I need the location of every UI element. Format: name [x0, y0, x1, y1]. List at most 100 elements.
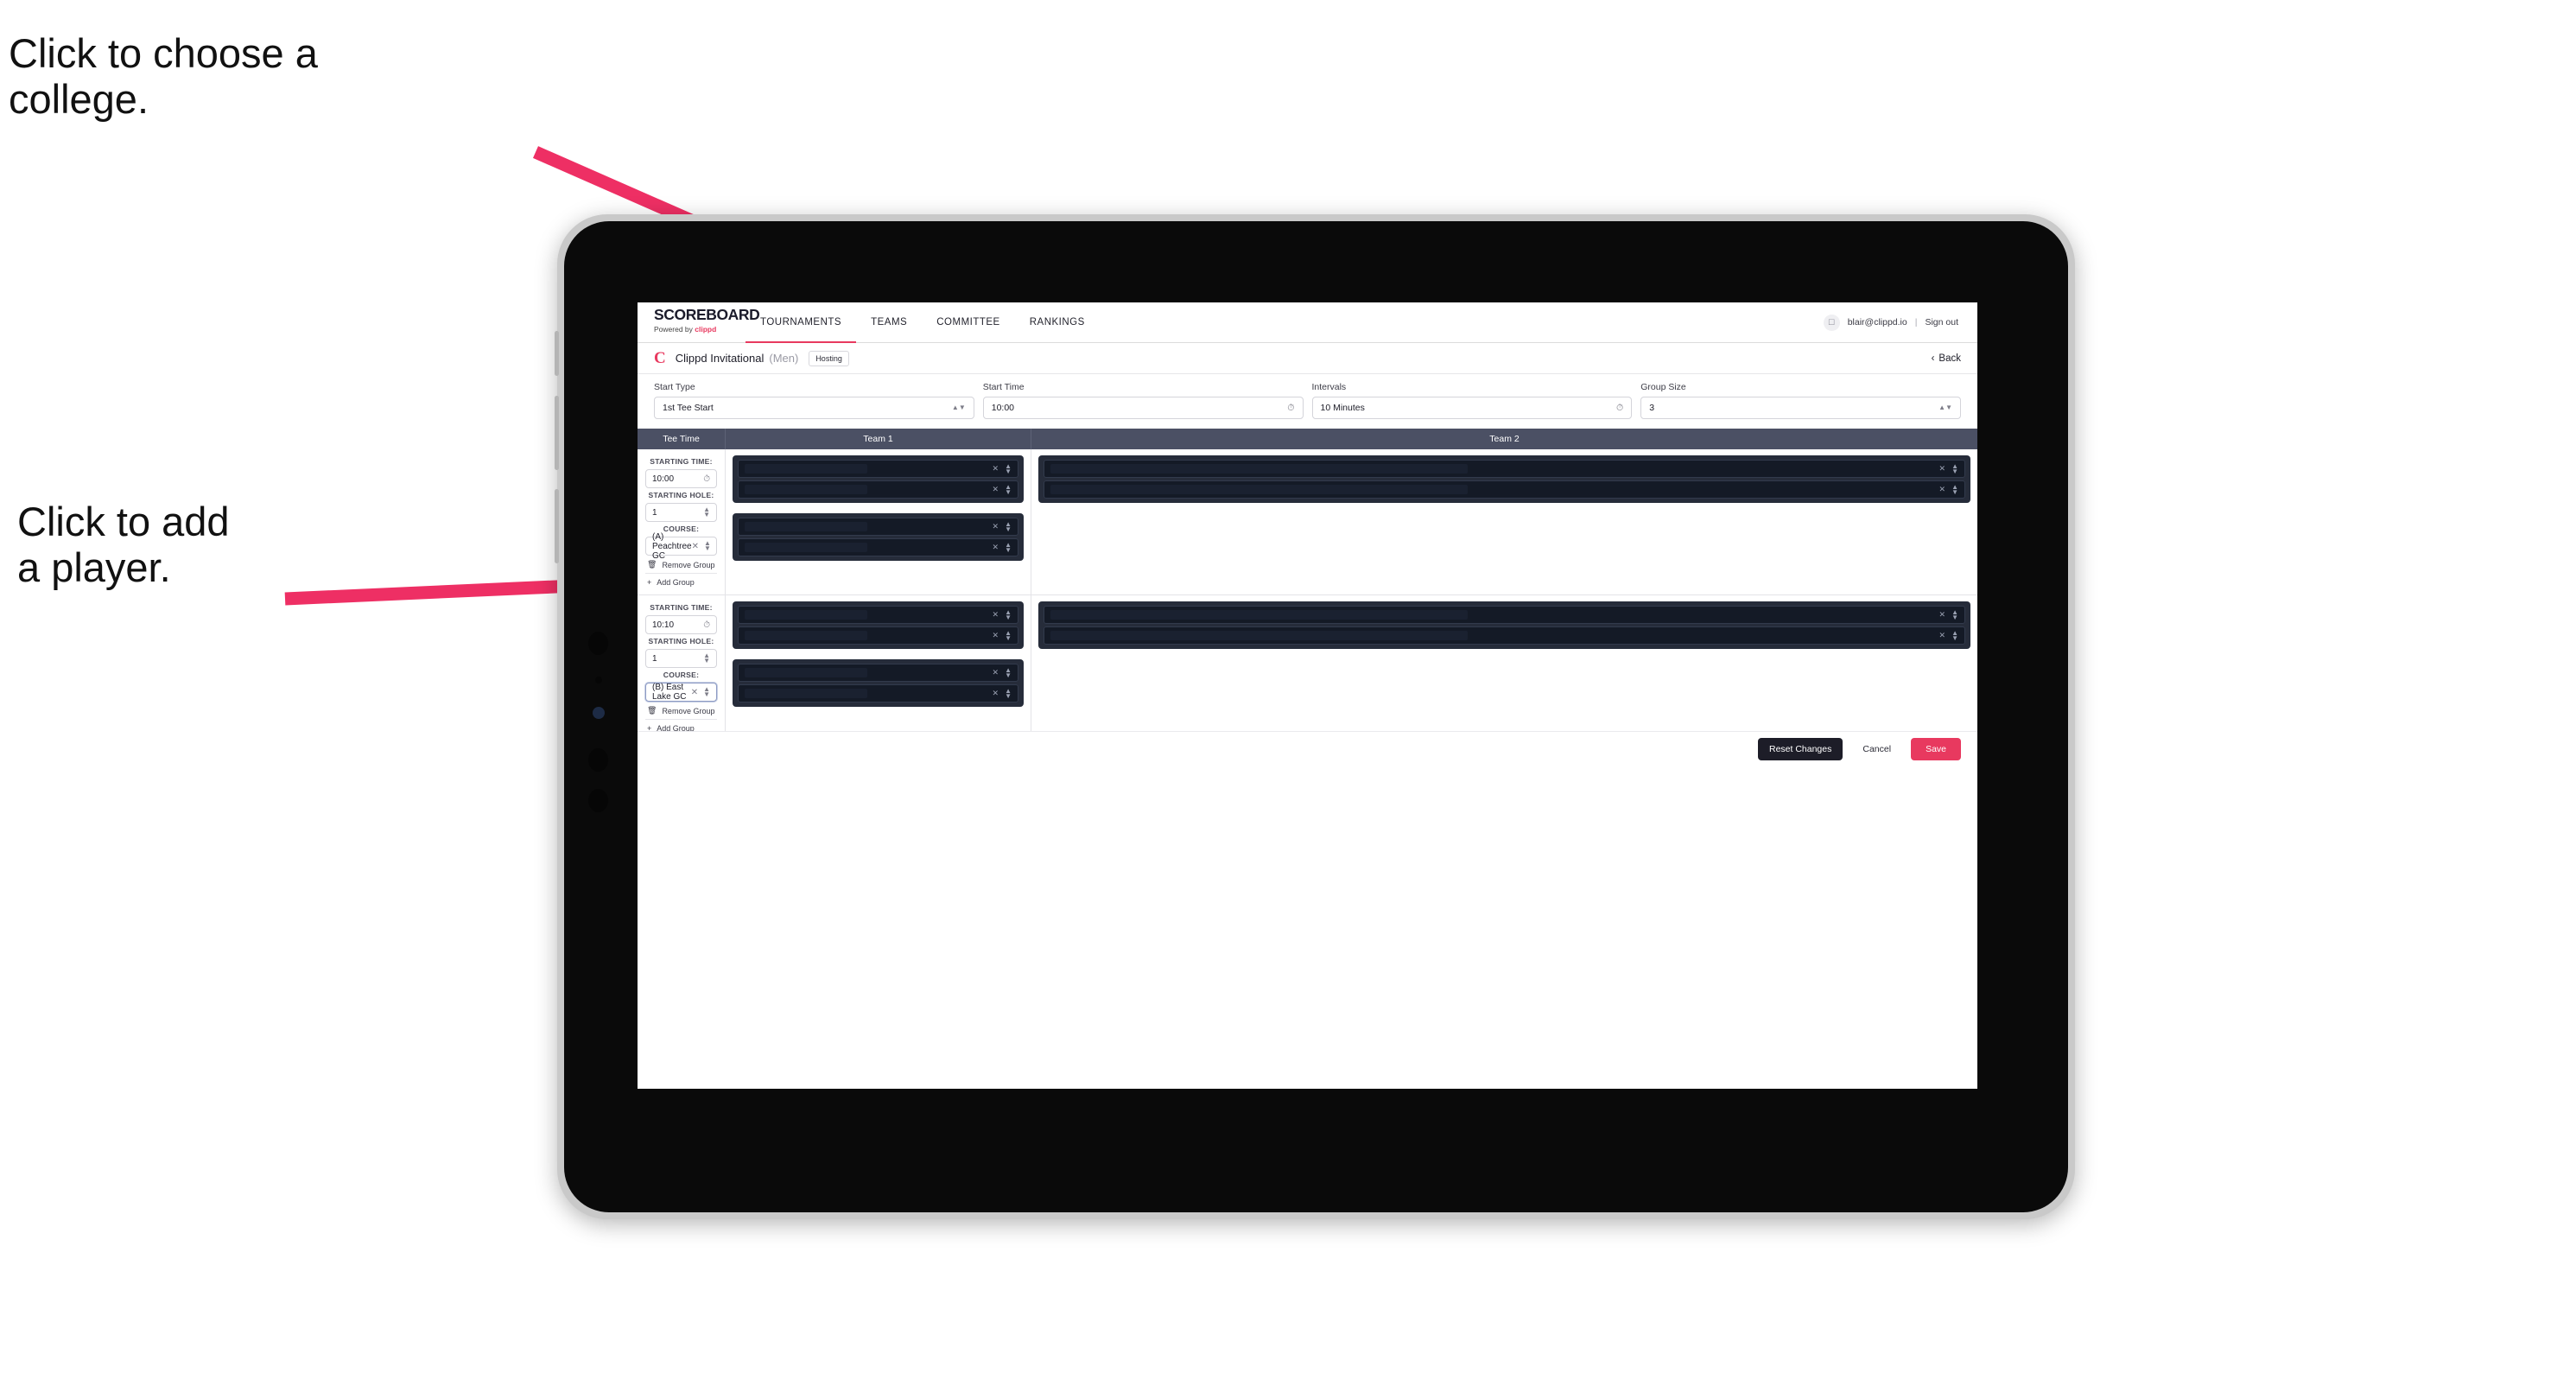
player-select-row[interactable]: ✕ ▲ ▼	[738, 684, 1018, 703]
player-select-row[interactable]: ✕ ▲ ▼	[738, 664, 1018, 682]
stepper-icon[interactable]: ▲ ▼	[1005, 667, 1012, 678]
player-name-field[interactable]	[745, 689, 868, 698]
close-x-icon[interactable]: ✕	[993, 610, 999, 620]
close-x-icon[interactable]: ✕	[993, 668, 999, 677]
player-select-row[interactable]: ✕ ▲ ▼	[738, 460, 1018, 478]
player-name-field[interactable]	[745, 464, 868, 474]
close-x-icon[interactable]: ✕	[993, 631, 999, 640]
stepper-icon[interactable]: ▲ ▼	[703, 652, 710, 664]
close-x-icon[interactable]: ✕	[993, 522, 999, 531]
tee-sheet-table-body[interactable]: STARTING TIME: 10:00 ⏱ STARTING HOLE: 1 ▲ ▼ COU…	[638, 449, 1977, 731]
start-time-input[interactable]: 10:00 ⏱	[982, 397, 1304, 419]
reset-changes-button[interactable]: Reset Changes	[1757, 738, 1843, 760]
player-select-row[interactable]: ✕ ▲ ▼	[1044, 606, 1965, 624]
field-start-type-label: Start Type	[654, 382, 695, 392]
player-select-row[interactable]: ✕ ▲ ▼	[1044, 626, 1965, 645]
tournament-name: Clippd Invitational	[675, 352, 765, 365]
player-name-field[interactable]	[745, 668, 868, 677]
annotation-choose-college: Click to choose a college.	[9, 30, 318, 122]
close-x-icon[interactable]: ✕	[1939, 631, 1946, 640]
remove-group-button[interactable]: 🗑 Remove Group	[645, 702, 717, 719]
brand-title: SCOREBOARD	[654, 306, 760, 323]
starting-time-input[interactable]: 10:00 ⏱	[645, 469, 717, 488]
player-name-field[interactable]	[1050, 631, 1469, 640]
stepper-icon[interactable]: ▲ ▼	[1951, 484, 1958, 495]
group-size-select[interactable]: 3 ▲ ▼	[1640, 397, 1961, 419]
starting-hole-input[interactable]: 1 ▲ ▼	[645, 649, 717, 668]
clock-icon[interactable]: ⏱	[703, 620, 710, 630]
player-name-field[interactable]	[745, 610, 868, 620]
starting-hole-label: STARTING HOLE:	[648, 491, 714, 499]
nav-tab-committee-label: COMMITTEE	[936, 317, 1000, 327]
course-select[interactable]: (A) Peachtree GC ✕ ▲ ▼	[645, 532, 717, 561]
player-select-row[interactable]: ✕ ▲ ▼	[738, 538, 1018, 556]
stepper-icon[interactable]: ▲ ▼	[703, 686, 710, 697]
add-group-button[interactable]: + Add Group	[645, 719, 717, 731]
close-x-icon[interactable]: ✕	[1939, 610, 1946, 620]
camera-icon	[593, 707, 605, 719]
close-x-icon[interactable]: ✕	[692, 542, 699, 551]
close-x-icon[interactable]: ✕	[993, 485, 999, 494]
stepper-icon[interactable]: ▲ ▼	[1005, 688, 1012, 699]
stepper-icon[interactable]: ▲ ▼	[952, 404, 966, 410]
player-select-row[interactable]: ✕ ▲ ▼	[738, 480, 1018, 499]
nav-tab-committee[interactable]: COMMITTEE	[922, 302, 1015, 342]
close-x-icon[interactable]: ✕	[1939, 485, 1946, 494]
clock-icon[interactable]: ⏱	[1616, 403, 1623, 414]
player-select-row[interactable]: ✕ ▲ ▼	[1044, 480, 1965, 499]
course-select-value: (A) Peachtree GC	[652, 531, 692, 561]
player-name-field[interactable]	[745, 522, 868, 531]
starting-time-input-value: 10:00	[652, 474, 675, 484]
nav-tab-rankings[interactable]: RANKINGS	[1015, 302, 1100, 342]
stepper-icon[interactable]: ▲ ▼	[1951, 630, 1958, 641]
stepper-icon[interactable]: ▲ ▼	[1005, 463, 1012, 474]
player-name-field[interactable]	[745, 543, 868, 552]
player-name-field[interactable]	[1050, 464, 1469, 474]
player-name-field[interactable]	[745, 631, 868, 640]
player-select-row[interactable]: ✕ ▲ ▼	[1044, 460, 1965, 478]
player-name-field[interactable]	[1050, 610, 1469, 620]
add-group-button[interactable]: + Add Group	[645, 573, 717, 590]
stepper-icon[interactable]: ▲ ▼	[704, 540, 711, 551]
player-name-field[interactable]	[745, 485, 868, 494]
cancel-button[interactable]: Cancel	[1855, 738, 1899, 760]
player-row-controls: ✕ ▲ ▼	[993, 609, 1012, 620]
add-group-label: Add Group	[657, 724, 695, 731]
stepper-icon[interactable]: ▲ ▼	[1938, 404, 1952, 410]
clock-icon[interactable]: ⏱	[1287, 403, 1294, 414]
player-select-row[interactable]: ✕ ▲ ▼	[738, 626, 1018, 645]
player-select-row[interactable]: ✕ ▲ ▼	[738, 606, 1018, 624]
start-type-select[interactable]: 1st Tee Start ▲ ▼	[654, 397, 974, 419]
stepper-icon[interactable]: ▲ ▼	[1005, 521, 1012, 532]
close-x-icon[interactable]: ✕	[993, 543, 999, 552]
nav-tab-teams[interactable]: TEAMS	[856, 302, 922, 342]
stepper-icon[interactable]: ▲ ▼	[703, 506, 710, 518]
tee-time-row: STARTING TIME: 10:00 ⏱ STARTING HOLE: 1 ▲ ▼ COU…	[638, 449, 1977, 595]
stepper-icon[interactable]: ▲ ▼	[1951, 609, 1958, 620]
close-x-icon[interactable]: ✕	[1939, 464, 1946, 474]
clock-icon[interactable]: ⏱	[703, 474, 710, 484]
nav-tab-tournaments[interactable]: TOURNAMENTS	[746, 302, 857, 343]
starting-hole-input[interactable]: 1 ▲ ▼	[645, 503, 717, 522]
user-icon[interactable]: ☐	[1823, 314, 1840, 331]
close-x-icon[interactable]: ✕	[993, 464, 999, 474]
close-x-icon[interactable]: ✕	[691, 688, 698, 697]
player-name-field[interactable]	[1050, 485, 1469, 494]
stepper-icon[interactable]: ▲ ▼	[1005, 484, 1012, 495]
stepper-icon[interactable]: ▲ ▼	[1951, 463, 1958, 474]
team-2-cell: ✕ ▲ ▼ ✕ ▲ ▼	[1031, 449, 1977, 594]
brand-logo[interactable]: SCOREBOARD Powered by clippd	[638, 302, 760, 342]
sign-out-link[interactable]: Sign out	[1925, 317, 1958, 327]
stepper-icon[interactable]: ▲ ▼	[1005, 609, 1012, 620]
close-x-icon[interactable]: ✕	[993, 689, 999, 698]
player-select-row[interactable]: ✕ ▲ ▼	[738, 518, 1018, 536]
bezel-sensor-3	[588, 748, 608, 772]
save-button[interactable]: Save	[1911, 738, 1961, 760]
stepper-icon[interactable]: ▲ ▼	[1005, 542, 1012, 553]
account-area: ☐ blair@clippd.io | Sign out	[1823, 302, 1977, 342]
intervals-input[interactable]: 10 Minutes ⏱	[1311, 397, 1633, 419]
course-select[interactable]: (B) East Lake GC ✕ ▲ ▼	[645, 683, 717, 702]
stepper-icon[interactable]: ▲ ▼	[1005, 630, 1012, 641]
back-button[interactable]: ‹ Back	[1932, 353, 1961, 364]
starting-time-input[interactable]: 10:10 ⏱	[645, 615, 717, 634]
